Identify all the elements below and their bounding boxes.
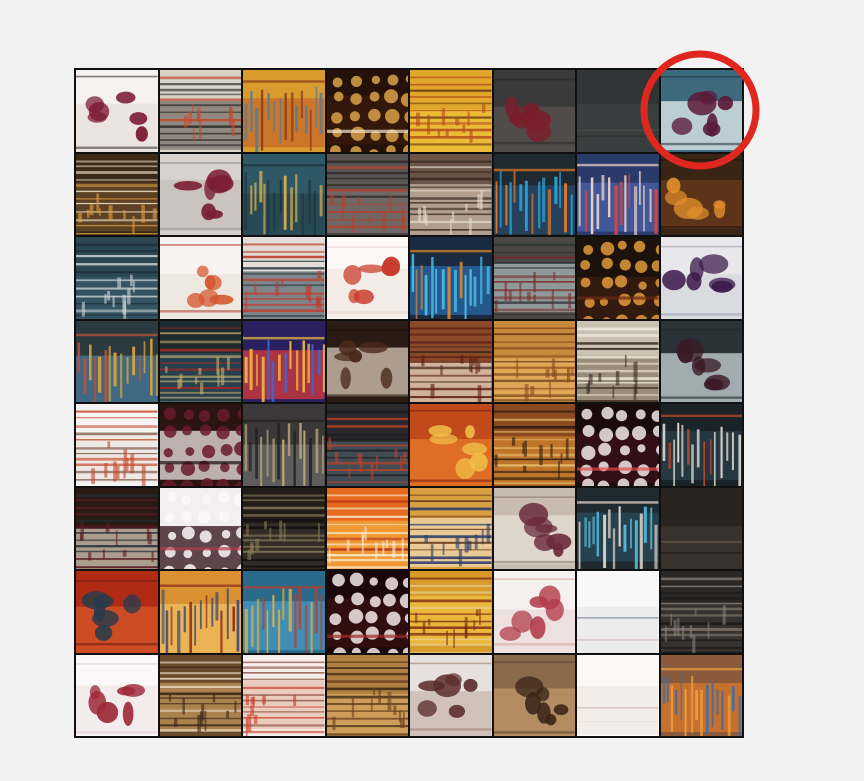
sample-tile-r7-c8 xyxy=(660,571,742,653)
sample-tile-r5-c8 xyxy=(660,404,742,486)
sample-tile-r4-c2 xyxy=(159,320,241,402)
sample-tile-r5-c2 xyxy=(159,404,241,486)
sample-tile-r8-c3 xyxy=(243,654,325,736)
sample-tile-r6-c7 xyxy=(577,487,659,569)
sample-tile-r2-c5 xyxy=(410,153,492,235)
sample-tile-r8-c4 xyxy=(326,654,408,736)
sample-tile-r3-c5 xyxy=(410,237,492,319)
image-sample-grid xyxy=(74,68,744,738)
sample-tile-r6-c1 xyxy=(76,487,158,569)
sample-tile-r8-c7 xyxy=(577,654,659,736)
sample-tile-r2-c4 xyxy=(326,153,408,235)
sample-tile-r1-c1 xyxy=(76,70,158,152)
sample-tile-r7-c6 xyxy=(493,571,575,653)
sample-tile-r2-c6 xyxy=(493,153,575,235)
sample-tile-r4-c8 xyxy=(660,320,742,402)
sample-tile-r1-c5 xyxy=(410,70,492,152)
sample-tile-r7-c4 xyxy=(326,571,408,653)
sample-tile-r6-c3 xyxy=(243,487,325,569)
sample-tile-r6-c5 xyxy=(410,487,492,569)
sample-tile-r5-c1 xyxy=(76,404,158,486)
sample-tile-r7-c7 xyxy=(577,571,659,653)
sample-tile-r1-c8 xyxy=(660,70,742,152)
sample-tile-r4-c7 xyxy=(577,320,659,402)
sample-tile-r2-c3 xyxy=(243,153,325,235)
sample-tile-r8-c8 xyxy=(660,654,742,736)
sample-tile-r2-c2 xyxy=(159,153,241,235)
sample-tile-r1-c2 xyxy=(159,70,241,152)
sample-tile-r8-c5 xyxy=(410,654,492,736)
sample-tile-r1-c7 xyxy=(577,70,659,152)
sample-tile-r1-c4 xyxy=(326,70,408,152)
sample-tile-r3-c4 xyxy=(326,237,408,319)
sample-tile-r3-c6 xyxy=(493,237,575,319)
sample-tile-r7-c2 xyxy=(159,571,241,653)
sample-tile-r5-c6 xyxy=(493,404,575,486)
sample-tile-r2-c1 xyxy=(76,153,158,235)
sample-tile-r5-c4 xyxy=(326,404,408,486)
sample-tile-r5-c5 xyxy=(410,404,492,486)
sample-tile-r6-c6 xyxy=(493,487,575,569)
sample-tile-r1-c6 xyxy=(493,70,575,152)
sample-tile-r4-c5 xyxy=(410,320,492,402)
sample-tile-r6-c2 xyxy=(159,487,241,569)
sample-tile-r5-c7 xyxy=(577,404,659,486)
sample-tile-r1-c3 xyxy=(243,70,325,152)
sample-tile-r7-c5 xyxy=(410,571,492,653)
sample-tile-r4-c3 xyxy=(243,320,325,402)
sample-tile-r8-c1 xyxy=(76,654,158,736)
sample-tile-r8-c2 xyxy=(159,654,241,736)
sample-tile-r2-c7 xyxy=(577,153,659,235)
sample-tile-r4-c1 xyxy=(76,320,158,402)
sample-tile-r7-c3 xyxy=(243,571,325,653)
sample-tile-r6-c8 xyxy=(660,487,742,569)
sample-tile-r3-c2 xyxy=(159,237,241,319)
sample-tile-r8-c6 xyxy=(493,654,575,736)
sample-tile-r7-c1 xyxy=(76,571,158,653)
sample-tile-r4-c4 xyxy=(326,320,408,402)
sample-tile-r2-c8 xyxy=(660,153,742,235)
sample-tile-r3-c3 xyxy=(243,237,325,319)
sample-tile-r4-c6 xyxy=(493,320,575,402)
sample-tile-r3-c7 xyxy=(577,237,659,319)
sample-tile-r3-c8 xyxy=(660,237,742,319)
sample-tile-r5-c3 xyxy=(243,404,325,486)
sample-tile-r6-c4 xyxy=(326,487,408,569)
sample-tile-r3-c1 xyxy=(76,237,158,319)
